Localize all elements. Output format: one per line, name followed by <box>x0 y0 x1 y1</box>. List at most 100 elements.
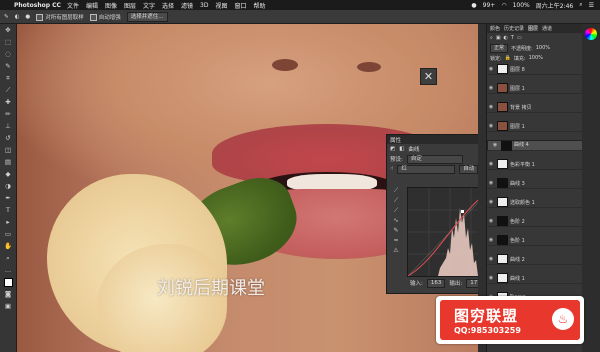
zoom-tool-icon[interactable]: ⌕ <box>0 252 16 264</box>
eye-icon[interactable]: ◉ <box>487 104 495 110</box>
layer-row[interactable]: ◉ 图层 1 <box>487 83 583 94</box>
app-name-menu[interactable]: Photoshop CC <box>14 2 61 9</box>
menu-list-icon[interactable]: ☰ <box>589 2 594 9</box>
layer-name[interactable]: 曲线 4 <box>514 142 529 149</box>
black-point-eyedropper-icon[interactable]: ⟋ <box>390 187 402 197</box>
gradient-tool-icon[interactable]: ▤ <box>0 156 16 168</box>
shape-tool-icon[interactable]: ▭ <box>0 228 16 240</box>
menu-3d[interactable]: 3D <box>200 2 208 9</box>
layer-thumbnail[interactable] <box>497 216 508 226</box>
layer-name[interactable]: 曲线 1 <box>510 275 525 282</box>
quick-select-tool-icon[interactable]: ✎ <box>0 60 16 72</box>
more-tools-icon[interactable]: … <box>0 264 16 276</box>
notification-icon[interactable]: ● <box>471 2 476 9</box>
layer-name[interactable]: 色阶 2 <box>510 218 525 225</box>
filter-type-icon[interactable]: ⌕ <box>490 35 493 41</box>
white-point-eyedropper-icon[interactable]: ⟋ <box>390 207 402 217</box>
layer-thumbnail[interactable] <box>497 159 508 169</box>
auto-enhance-checkbox[interactable] <box>89 13 97 21</box>
layer-row[interactable]: ◉ 图层 1 <box>487 121 583 132</box>
eye-icon[interactable]: ◉ <box>487 237 495 243</box>
sample-all-checkbox[interactable] <box>36 13 44 21</box>
dodge-tool-icon[interactable]: ◑ <box>0 180 16 192</box>
auto-enhance-option[interactable]: 自动增强 <box>89 13 121 21</box>
layer-row[interactable]: ◉ 曲线 3 <box>487 178 583 189</box>
quick-mask-icon[interactable]: ◙ <box>0 288 16 300</box>
blur-tool-icon[interactable]: ◆ <box>0 168 16 180</box>
healing-brush-tool-icon[interactable]: ✚ <box>0 96 16 108</box>
layer-name[interactable]: 色彩平衡 1 <box>510 161 535 168</box>
layer-row[interactable]: ◉ 曲线 2 <box>487 254 583 265</box>
layer-row[interactable]: ◉ 曲线 1 <box>487 273 583 284</box>
preset-dropdown[interactable]: 自定 <box>406 154 463 164</box>
hand-tool-icon[interactable]: ✋ <box>0 240 16 252</box>
quick-select-tool-icon[interactable]: ✎ <box>4 14 9 20</box>
layer-name[interactable]: 背景 拷贝 <box>510 104 532 111</box>
brush-mode-icon[interactable]: ◐ <box>15 14 20 20</box>
eye-icon[interactable]: ◉ <box>487 256 495 262</box>
path-select-tool-icon[interactable]: ▸ <box>0 216 16 228</box>
menu-edit[interactable]: 编辑 <box>86 1 98 10</box>
layer-row[interactable]: ◉ 背景 拷贝 <box>487 102 583 113</box>
filter-text-icon[interactable]: T <box>511 35 514 41</box>
brush-tool-icon[interactable]: ✏ <box>0 108 16 120</box>
tab-layers[interactable]: 图层 <box>528 25 538 32</box>
layer-thumbnail[interactable] <box>497 197 508 207</box>
smooth-icon[interactable]: ≈ <box>390 237 402 247</box>
eye-icon[interactable]: ◉ <box>487 123 495 129</box>
color-wheel-icon[interactable] <box>585 28 597 40</box>
layer-name[interactable]: 曲线 3 <box>510 180 525 187</box>
menu-select[interactable]: 选择 <box>162 1 174 10</box>
brush-size-icon[interactable]: ● <box>25 14 30 20</box>
layer-thumbnail[interactable] <box>497 178 508 188</box>
layer-name[interactable]: 图层 1 <box>510 85 525 92</box>
eye-icon[interactable]: ◉ <box>491 142 499 149</box>
pen-tool-icon[interactable]: ✒ <box>0 192 16 204</box>
eye-icon[interactable]: ◉ <box>487 85 495 91</box>
channel-dropdown[interactable]: 红 <box>397 164 456 174</box>
type-tool-icon[interactable]: T <box>0 204 16 216</box>
clock-text[interactable]: 周六上午2:46 <box>536 1 573 10</box>
filter-pixel-icon[interactable]: ▣ <box>496 35 501 41</box>
eye-icon[interactable]: ◉ <box>487 161 495 167</box>
layer-name[interactable]: 色阶 1 <box>510 237 525 244</box>
clipping-warning-icon[interactable]: ⚠ <box>390 247 402 257</box>
eye-icon[interactable]: ◉ <box>487 275 495 281</box>
menu-help[interactable]: 帮助 <box>254 1 266 10</box>
menu-layer[interactable]: 图层 <box>124 1 136 10</box>
layer-row[interactable]: ◉ 图层 8 <box>487 64 583 75</box>
crop-tool-icon[interactable]: ⌗ <box>0 72 16 84</box>
layer-thumbnail[interactable] <box>497 121 508 131</box>
gray-point-eyedropper-icon[interactable]: ⟋ <box>390 197 402 207</box>
layer-thumbnail[interactable] <box>501 140 512 151</box>
layer-name[interactable]: 图层 8 <box>510 66 525 73</box>
tab-channels[interactable]: 通道 <box>542 25 552 32</box>
menu-filter[interactable]: 滤镜 <box>181 1 193 10</box>
eraser-tool-icon[interactable]: ◫ <box>0 144 16 156</box>
layer-thumbnail[interactable] <box>497 102 508 112</box>
menu-window[interactable]: 窗口 <box>235 1 247 10</box>
curve-point-tool-icon[interactable]: ∿ <box>390 217 402 227</box>
layer-row[interactable]: ◉ 色彩平衡 1 <box>487 159 583 170</box>
screen-mode-icon[interactable]: ▣ <box>0 300 16 312</box>
filter-shape-icon[interactable]: ▭ <box>517 35 522 41</box>
menu-type[interactable]: 文字 <box>143 1 155 10</box>
marquee-tool-icon[interactable]: ⬚ <box>0 36 16 48</box>
select-and-mask-button[interactable]: 选择并遮住... <box>126 11 168 22</box>
blend-mode-dropdown[interactable]: 正常 <box>490 43 509 53</box>
layer-row[interactable]: ◉ 选取颜色 1 <box>487 197 583 208</box>
layer-name[interactable]: 选取颜色 1 <box>510 199 535 206</box>
target-adjust-icon[interactable]: ☝ <box>390 166 393 172</box>
layer-mask-icon[interactable]: ◧ <box>399 146 404 152</box>
layer-thumbnail[interactable] <box>497 273 508 283</box>
lock-icon[interactable]: 🔒 <box>505 55 511 61</box>
layer-row[interactable]: ◉ 色阶 2 <box>487 216 583 227</box>
color-swatches-icon[interactable] <box>0 276 16 288</box>
history-brush-tool-icon[interactable]: ↺ <box>0 132 16 144</box>
layer-row[interactable]: ◉ 色阶 1 <box>487 235 583 246</box>
fill-value[interactable]: 100% <box>529 55 543 61</box>
opacity-value[interactable]: 100% <box>536 45 550 51</box>
tab-color[interactable]: 颜色 <box>490 25 500 32</box>
eye-icon[interactable]: ◉ <box>487 199 495 205</box>
wifi-icon[interactable]: ◠ <box>501 2 506 9</box>
